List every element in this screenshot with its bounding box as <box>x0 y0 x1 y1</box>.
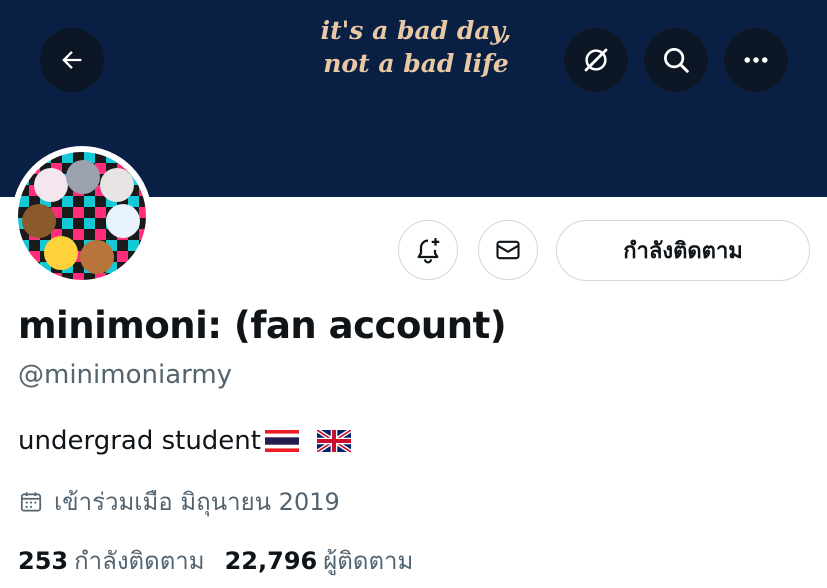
followers-count: 22,796 <box>224 547 318 575</box>
thailand-flag-icon <box>264 430 299 452</box>
more-button[interactable] <box>724 28 788 92</box>
joined-text: เข้าร่วมเมือ มิถุนายน 2019 <box>54 488 340 516</box>
calendar-icon <box>20 491 42 512</box>
followers-label: ผู้ติดตาม <box>323 547 414 575</box>
joined-date: เข้าร่วมเมือ มิถุนายน 2019 <box>18 482 340 521</box>
bell-plus-icon <box>417 238 440 264</box>
message-button[interactable] <box>478 220 538 280</box>
bio-text: undergrad student <box>18 426 261 456</box>
following-label: กำลังติดตาม <box>74 547 205 575</box>
avatar[interactable] <box>12 146 152 286</box>
notifications-button[interactable] <box>398 220 458 280</box>
envelope-icon <box>496 240 520 260</box>
search-icon <box>664 48 689 73</box>
arrow-left-icon <box>62 51 82 69</box>
grok-icon <box>584 48 608 72</box>
more-icon <box>744 57 768 63</box>
user-handle: @minimoniarmy <box>18 360 233 390</box>
uk-flag-icon <box>316 430 351 452</box>
banner-quote-line1: it's a bad day, <box>320 16 512 45</box>
search-button[interactable] <box>644 28 708 92</box>
grok-button[interactable] <box>564 28 628 92</box>
display-name: minimoni: (fan account) <box>18 304 507 347</box>
avatar-image <box>18 152 146 280</box>
following-button[interactable]: กำลังติดตาม <box>556 220 810 281</box>
back-button[interactable] <box>40 28 104 92</box>
banner-quote: it's a bad day, not a bad life <box>296 14 536 80</box>
banner-quote-line2: not a bad life <box>323 49 509 78</box>
following-count: 253 <box>18 547 69 575</box>
following-link[interactable]: 253 กำลังติดตาม <box>18 541 205 580</box>
followers-link[interactable]: 22,796 ผู้ติดตาม <box>225 541 414 580</box>
bio: undergrad student <box>18 426 351 456</box>
follow-stats: 253 กำลังติดตาม 22,796 ผู้ติดตาม <box>18 541 413 580</box>
